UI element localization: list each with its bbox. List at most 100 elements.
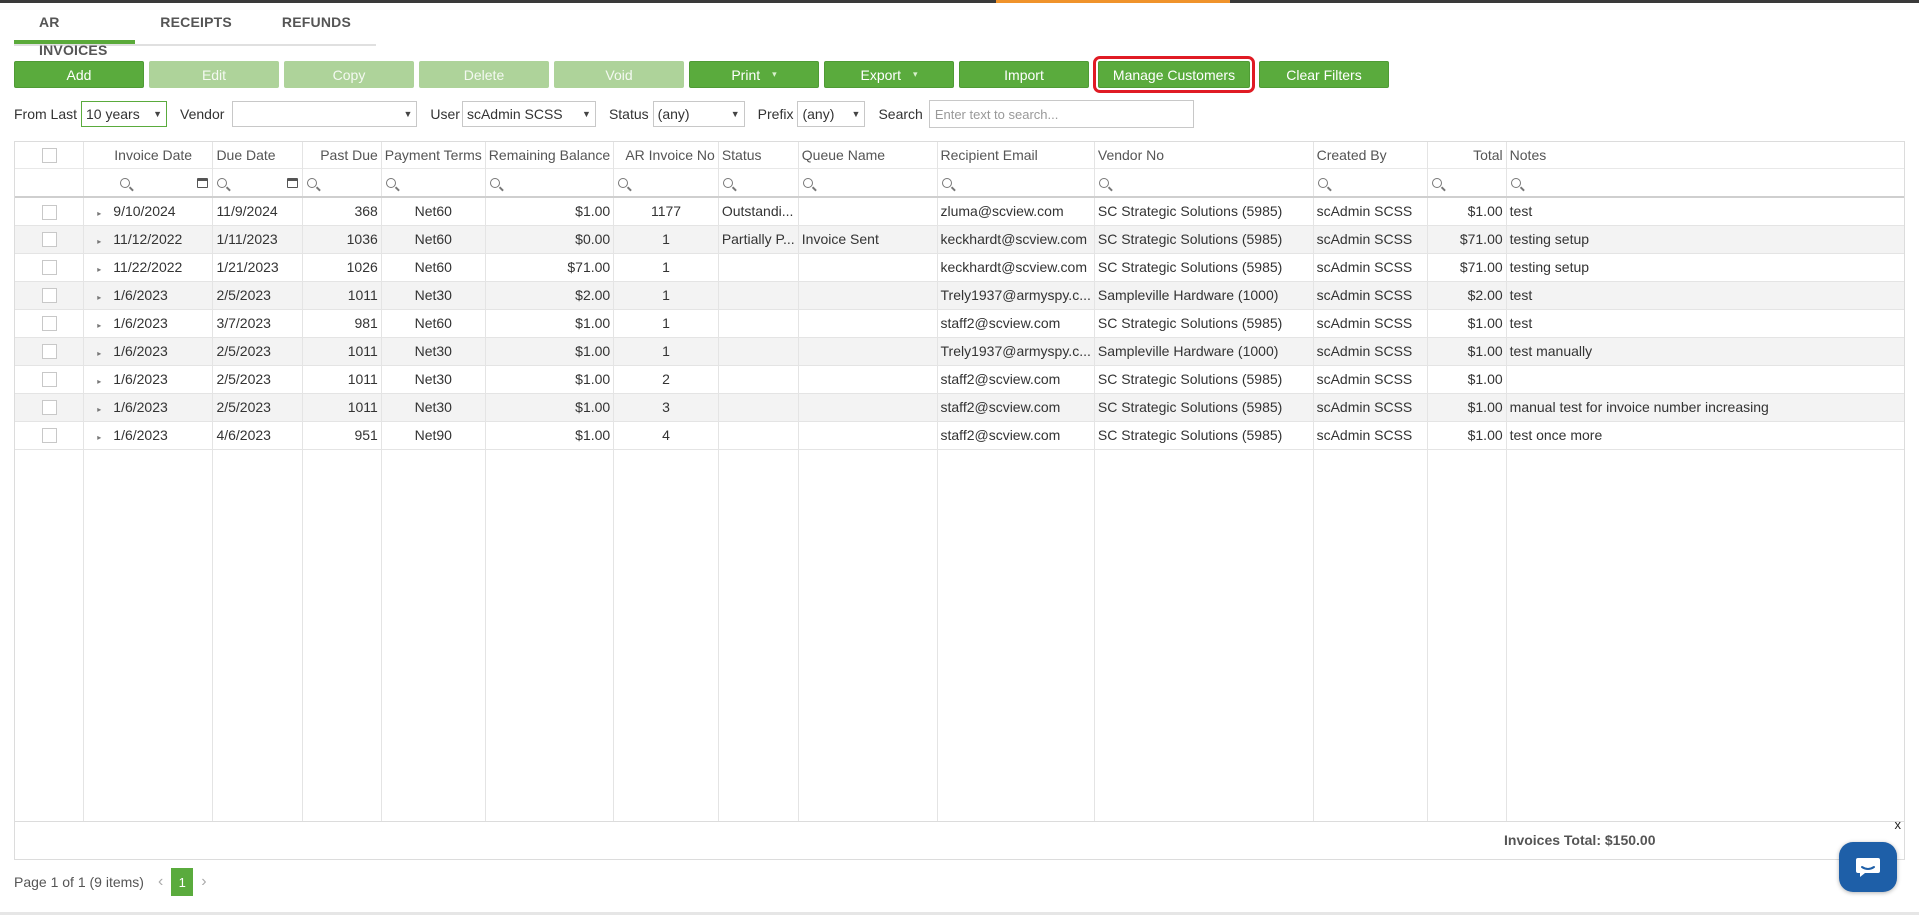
cell-remaining-balance: $1.00 xyxy=(484,337,614,366)
cell-total: $1.00 xyxy=(1427,421,1507,450)
search-icon xyxy=(385,178,396,189)
filter-vendor-no[interactable] xyxy=(1093,167,1314,198)
caret-right-icon[interactable]: ▸ xyxy=(87,349,101,358)
caret-right-icon[interactable]: ▸ xyxy=(87,321,101,330)
row-checkbox[interactable] xyxy=(41,260,57,276)
table-row[interactable]: ▸ 1/6/2023 2/5/2023 1011 Net30 $1.00 1 Trely193… xyxy=(15,337,1904,366)
filter-status[interactable] xyxy=(717,167,799,198)
cell-status xyxy=(717,253,799,282)
tab-bar: AR INVOICES RECEIPTS REFUNDS xyxy=(14,8,376,58)
row-checkbox[interactable] xyxy=(41,400,57,416)
table-row[interactable]: ▸ 1/6/2023 4/6/2023 951 Net90 $1.00 4 staff2@sc… xyxy=(15,421,1904,450)
cell-recipient-email: Trely1937@armyspy.c... xyxy=(936,337,1095,366)
add-button[interactable]: Add xyxy=(14,61,144,88)
invoice-date-value: 1/6/2023 xyxy=(113,343,168,359)
row-checkbox[interactable] xyxy=(41,204,57,220)
caret-right-icon[interactable]: ▸ xyxy=(87,237,101,246)
row-checkbox[interactable] xyxy=(41,372,57,388)
filter-created-by[interactable] xyxy=(1312,167,1428,198)
row-checkbox[interactable] xyxy=(41,232,57,248)
filter-due-date[interactable] xyxy=(212,167,302,198)
clear-filters-button[interactable]: Clear Filters xyxy=(1259,61,1389,88)
filter-recipient-email[interactable] xyxy=(936,167,1095,198)
row-checkbox[interactable] xyxy=(41,288,57,304)
row-select-cell xyxy=(15,197,84,226)
caret-right-icon[interactable]: ▸ xyxy=(87,405,101,414)
tab-ar-invoices[interactable]: AR INVOICES xyxy=(14,8,136,58)
table-row[interactable]: ▸ 11/12/2022 1/11/2023 1036 Net60 $0.00 1 Parti… xyxy=(15,225,1904,254)
col-invoice-date[interactable]: Invoice Date xyxy=(83,142,213,168)
filter-queue-name[interactable] xyxy=(797,167,937,198)
table-row[interactable]: ▸ 11/22/2022 1/21/2023 1026 Net60 $71.00 1 keck… xyxy=(15,253,1904,282)
filter-bar: From Last 10 years ▼ Vendor ▼ User scAdmi… xyxy=(14,100,1194,128)
manage-customers-button[interactable]: Manage Customers xyxy=(1093,56,1255,93)
status-value: (any) xyxy=(657,106,690,122)
filter-remaining-balance[interactable] xyxy=(484,167,614,198)
delete-button[interactable]: Delete xyxy=(419,61,549,88)
chat-icon[interactable] xyxy=(1839,842,1897,892)
col-created-by[interactable]: Created By xyxy=(1312,142,1428,168)
search-input[interactable]: Enter text to search... xyxy=(928,100,1194,128)
filter-ar-invoice-no[interactable] xyxy=(613,167,719,198)
status-select[interactable]: (any) ▼ xyxy=(652,101,745,127)
caret-right-icon[interactable]: ▸ xyxy=(87,377,101,386)
edit-button[interactable]: Edit xyxy=(149,61,279,88)
invoice-date-value: 1/6/2023 xyxy=(113,399,168,415)
cell-invoice-date: ▸ 1/6/2023 xyxy=(83,421,213,450)
import-button[interactable]: Import xyxy=(959,61,1089,88)
cell-notes: testing setup xyxy=(1505,253,1904,282)
col-total[interactable]: Total xyxy=(1427,142,1507,168)
table-row[interactable]: ▸ 9/10/2024 11/9/2024 368 Net60 $1.00 1177 Outs… xyxy=(15,197,1904,226)
table-row[interactable]: ▸ 1/6/2023 2/5/2023 1011 Net30 $1.00 2 staff2@s… xyxy=(15,365,1904,394)
filter-notes[interactable] xyxy=(1505,167,1904,198)
filter-payment-terms[interactable] xyxy=(380,167,486,198)
col-payment-terms[interactable]: Payment Terms xyxy=(380,142,486,168)
cell-vendor-no: SC Strategic Solutions (5985) xyxy=(1093,197,1314,226)
tab-receipts[interactable]: RECEIPTS xyxy=(135,8,257,44)
tab-refunds[interactable]: REFUNDS xyxy=(257,8,376,44)
col-past-due[interactable]: Past Due xyxy=(301,142,382,168)
caret-right-icon[interactable]: ▸ xyxy=(87,265,101,274)
cell-invoice-date: ▸ 1/6/2023 xyxy=(83,309,213,338)
col-notes[interactable]: Notes xyxy=(1505,142,1904,168)
filter-total[interactable] xyxy=(1427,167,1507,198)
prefix-select[interactable]: (any) ▼ xyxy=(797,101,866,127)
cell-vendor-no: Sampleville Hardware (1000) xyxy=(1093,337,1314,366)
col-ar-invoice-no[interactable]: AR Invoice No xyxy=(613,142,719,168)
caret-right-icon[interactable]: ▸ xyxy=(87,433,101,442)
cell-queue-name xyxy=(797,393,937,422)
row-checkbox[interactable] xyxy=(41,316,57,332)
chevron-right-icon[interactable]: › xyxy=(201,873,206,891)
calendar-icon[interactable] xyxy=(286,177,298,188)
table-row[interactable]: ▸ 1/6/2023 2/5/2023 1011 Net30 $2.00 1 Trely193… xyxy=(15,281,1904,310)
col-due-date[interactable]: Due Date xyxy=(212,142,302,168)
search-icon xyxy=(802,178,813,189)
filter-past-due[interactable] xyxy=(301,167,382,198)
col-recipient-email[interactable]: Recipient Email xyxy=(936,142,1095,168)
page-1-button[interactable]: 1 xyxy=(171,868,194,896)
col-status[interactable]: Status xyxy=(717,142,799,168)
col-remaining-balance[interactable]: Remaining Balance xyxy=(484,142,614,168)
select-all-checkbox[interactable] xyxy=(41,148,57,164)
calendar-icon[interactable] xyxy=(197,177,209,188)
col-vendor-no[interactable]: Vendor No xyxy=(1093,142,1314,168)
export-button[interactable]: Export xyxy=(824,61,954,88)
user-select[interactable]: scAdmin SCSS ▼ xyxy=(461,101,596,127)
chevron-left-icon[interactable]: ‹ xyxy=(158,873,163,891)
from-last-select[interactable]: 10 years ▼ xyxy=(81,101,168,127)
filter-invoice-date[interactable] xyxy=(83,167,213,198)
from-last-label: From Last xyxy=(14,106,78,122)
cell-remaining-balance: $2.00 xyxy=(484,281,614,310)
table-row[interactable]: ▸ 1/6/2023 3/7/2023 981 Net60 $1.00 1 staff2@sc… xyxy=(15,309,1904,338)
table-row[interactable]: ▸ 1/6/2023 2/5/2023 1011 Net30 $1.00 3 staff2@s… xyxy=(15,393,1904,422)
copy-button[interactable]: Copy xyxy=(284,61,414,88)
col-queue-name[interactable]: Queue Name xyxy=(797,142,937,168)
vendor-select[interactable]: ▼ xyxy=(232,101,418,127)
caret-right-icon[interactable]: ▸ xyxy=(87,209,101,218)
row-checkbox[interactable] xyxy=(41,428,57,444)
print-button[interactable]: Print xyxy=(689,61,819,88)
row-checkbox[interactable] xyxy=(41,344,57,360)
close-icon[interactable]: x xyxy=(1895,817,1902,832)
caret-right-icon[interactable]: ▸ xyxy=(87,293,101,302)
void-button[interactable]: Void xyxy=(554,61,684,88)
